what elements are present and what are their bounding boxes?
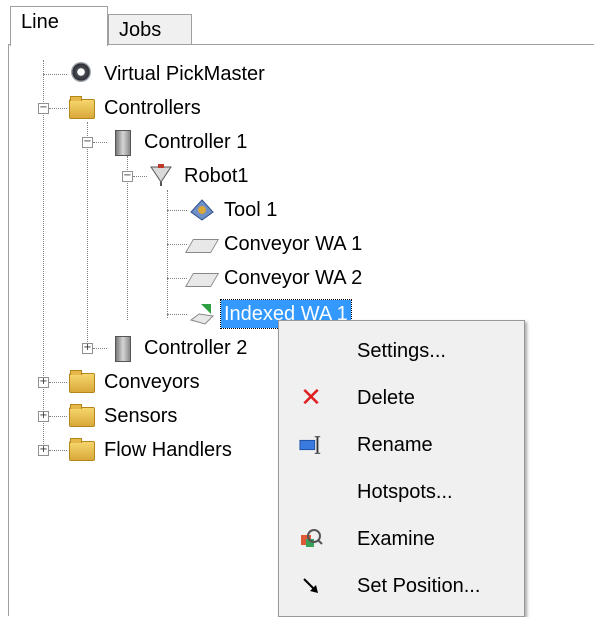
menu-item-label: Delete xyxy=(357,386,415,409)
tree-connector xyxy=(93,142,107,143)
menu-item-label: Examine xyxy=(357,527,435,550)
menu-item-label: Set Position... xyxy=(357,574,481,597)
tab-line[interactable]: Line xyxy=(10,6,108,46)
tab-strip: Line Jobs xyxy=(8,6,594,46)
tree-item-robot1[interactable]: Robot1 xyxy=(149,162,252,190)
tree-item-conveyors[interactable]: Conveyors xyxy=(69,368,203,396)
tool-icon xyxy=(189,198,215,222)
tree-item-label: Conveyor WA 1 xyxy=(224,233,363,255)
work-area-icon xyxy=(184,266,220,290)
tree-item-label: Sensors xyxy=(104,405,178,427)
work-area-icon xyxy=(184,232,220,256)
tree-item-label: Conveyor WA 2 xyxy=(224,267,363,289)
tree-item-label: Robot1 xyxy=(184,165,249,187)
tree-item-conveyor-wa-2[interactable]: Conveyor WA 2 xyxy=(184,264,365,292)
tree-item-conveyor-wa-1[interactable]: Conveyor WA 1 xyxy=(184,230,365,258)
tree-connector xyxy=(49,108,67,109)
tree-connector xyxy=(167,244,187,245)
tree-connector xyxy=(87,122,88,348)
tree-connector xyxy=(49,450,67,451)
menu-item-rename[interactable]: Rename xyxy=(279,425,524,465)
tree-item-label: Virtual PickMaster xyxy=(104,63,265,85)
menu-item-hotspots[interactable]: Hotspots... xyxy=(279,472,524,512)
context-menu: Settings... ✕ Delete Rename Hotspots... … xyxy=(278,320,525,617)
tree-item-flow-handlers[interactable]: Flow Handlers xyxy=(69,436,235,464)
tree-connector xyxy=(49,382,67,383)
tree-connector xyxy=(167,278,187,279)
tree-item-controller-1[interactable]: Controller 1 xyxy=(109,128,250,156)
collapse-controller1-icon[interactable]: − xyxy=(82,137,93,148)
pickmaster-icon xyxy=(69,62,95,86)
sensors-folder-icon xyxy=(69,404,95,428)
tree-item-label: Controller 2 xyxy=(144,337,248,359)
tree-item-label: Controller 1 xyxy=(144,131,248,153)
tree-connector xyxy=(167,314,187,315)
delete-x-icon: ✕ xyxy=(300,383,322,413)
tree-connector xyxy=(49,416,67,417)
tree-item-controller-2[interactable]: Controller 2 xyxy=(109,334,250,362)
tree-item-label: Conveyors xyxy=(104,371,200,393)
tree-item-tool-1[interactable]: Tool 1 xyxy=(189,196,280,224)
tree-connector xyxy=(93,348,107,349)
expand-controller2-icon[interactable]: + xyxy=(82,343,93,354)
collapse-robot1-icon[interactable]: − xyxy=(122,171,133,182)
tree-item-label: Flow Handlers xyxy=(104,439,232,461)
tree-connector xyxy=(167,210,187,211)
collapse-controllers-icon[interactable]: − xyxy=(38,103,49,114)
expand-sensors-icon[interactable]: + xyxy=(38,411,49,422)
rename-icon xyxy=(299,433,323,457)
robot-icon xyxy=(149,164,175,188)
tree-item-controllers[interactable]: Controllers xyxy=(69,94,204,122)
menu-item-settings[interactable]: Settings... xyxy=(279,331,524,371)
tree-item-label: Tool 1 xyxy=(224,199,278,221)
controller-cabinet-icon xyxy=(109,336,135,362)
menu-item-label: Hotspots... xyxy=(357,480,453,503)
expand-conveyors-icon[interactable]: + xyxy=(38,377,49,388)
menu-item-examine[interactable]: Examine xyxy=(279,519,524,559)
menu-item-label: Rename xyxy=(357,433,433,456)
arrow-icon xyxy=(299,574,323,598)
tree-item-sensors[interactable]: Sensors xyxy=(69,402,180,430)
flow-handlers-folder-icon xyxy=(69,438,95,462)
menu-item-delete[interactable]: ✕ Delete xyxy=(279,378,524,418)
menu-item-label: Settings... xyxy=(357,339,446,362)
tree-item-virtual-pickmaster[interactable]: Virtual PickMaster xyxy=(69,60,268,88)
tree-item-label: Controllers xyxy=(104,97,201,119)
tree-connector xyxy=(43,74,67,75)
expand-flow-handlers-icon[interactable]: + xyxy=(38,445,49,456)
tab-jobs[interactable]: Jobs xyxy=(108,14,192,46)
examine-icon xyxy=(299,527,323,551)
indexed-work-area-icon xyxy=(189,302,215,326)
menu-item-set-position[interactable]: Set Position... xyxy=(279,566,524,606)
controller-cabinet-icon xyxy=(109,130,135,156)
folder-icon xyxy=(69,96,95,120)
conveyors-folder-icon xyxy=(69,370,95,394)
tree-connector xyxy=(133,176,147,177)
